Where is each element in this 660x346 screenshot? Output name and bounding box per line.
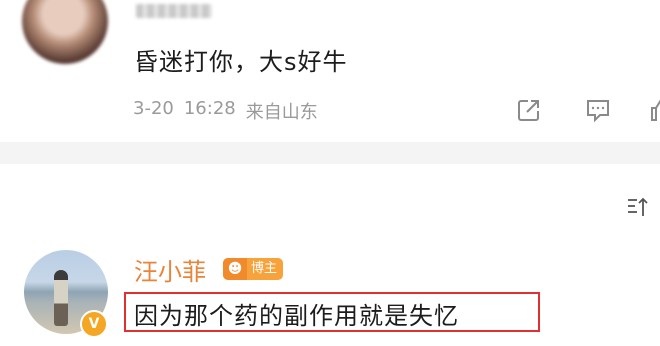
comment-date: 3-20 (133, 98, 174, 119)
verified-v-icon: V (80, 310, 108, 338)
blurred-username[interactable] (136, 4, 212, 18)
comment-meta: 3-20 16:28 来自山东 (133, 98, 318, 124)
blogger-badge: ☻ 博主 (223, 258, 284, 280)
badge-icon: ☻ (223, 258, 247, 280)
like-icon[interactable] (649, 96, 660, 124)
badge-label: 博主 (251, 261, 278, 276)
comment-text: 昏迷打你，大s好牛 (134, 48, 348, 76)
comment-icon[interactable] (584, 96, 612, 124)
comment-time: 16:28 (183, 98, 236, 119)
share-icon[interactable] (515, 96, 543, 124)
comment-location: 来自山东 (245, 102, 318, 123)
comment-text-highlighted: 因为那个药的副作用就是失忆 (134, 302, 459, 330)
section-divider (0, 142, 660, 164)
username[interactable]: 汪小菲 (134, 252, 206, 287)
sort-icon[interactable] (626, 195, 650, 219)
blurred-avatar[interactable] (22, 0, 108, 64)
avatar-person-figure (54, 270, 68, 326)
